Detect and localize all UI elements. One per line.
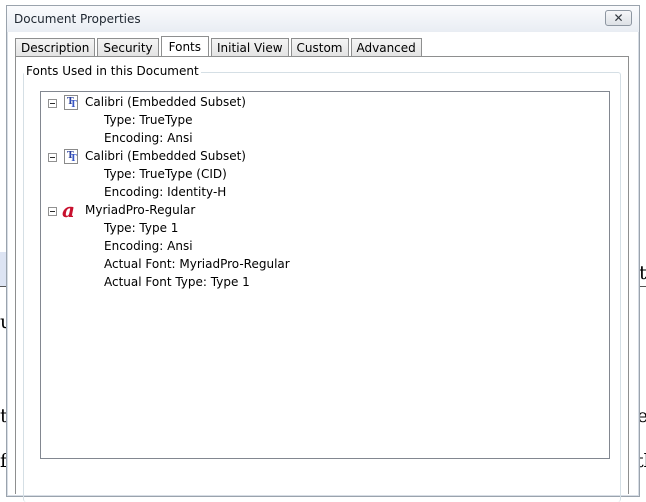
- font-name[interactable]: Calibri (Embedded Subset): [85, 147, 246, 165]
- tab-fonts[interactable]: Fonts: [160, 36, 210, 58]
- tab-advanced[interactable]: Advanced: [350, 38, 422, 57]
- font-name[interactable]: MyriadPro-Regular: [85, 201, 195, 219]
- font-detail[interactable]: Type: Type 1: [104, 219, 178, 237]
- tab-description[interactable]: Description: [15, 38, 96, 57]
- collapse-icon[interactable]: [48, 207, 57, 216]
- truetype-font-icon: TT: [64, 149, 78, 164]
- fonts-tree-view[interactable]: TT Calibri (Embedded Subset) Type: TrueT…: [40, 91, 610, 459]
- tab-initial-view[interactable]: Initial View: [211, 38, 289, 57]
- tab-security[interactable]: Security: [97, 38, 159, 57]
- close-icon: ✕: [613, 11, 624, 25]
- tab-strip: Description Security Fonts Initial View …: [15, 36, 424, 58]
- font-detail[interactable]: Encoding: Ansi: [104, 237, 193, 255]
- title-bar[interactable]: Document Properties ✕: [7, 6, 639, 32]
- type1-font-icon: a: [62, 198, 75, 222]
- font-detail[interactable]: Actual Font: MyriadPro-Regular: [104, 255, 290, 273]
- collapse-icon[interactable]: [48, 99, 57, 108]
- font-name[interactable]: Calibri (Embedded Subset): [85, 93, 246, 111]
- collapse-icon[interactable]: [48, 153, 57, 162]
- document-properties-dialog: Document Properties ✕ Description Securi…: [6, 5, 640, 502]
- close-button[interactable]: ✕: [605, 10, 632, 26]
- font-detail[interactable]: Encoding: Identity-H: [104, 183, 226, 201]
- font-detail[interactable]: Actual Font Type: Type 1: [104, 273, 250, 291]
- background-text-fragment: t: [639, 262, 646, 284]
- fonts-tab-panel: Fonts Used in this Document TT Calibri (…: [15, 56, 629, 502]
- tab-custom[interactable]: Custom: [290, 38, 349, 57]
- font-detail[interactable]: Encoding: Ansi: [104, 129, 193, 147]
- truetype-font-icon: TT: [64, 95, 78, 110]
- font-detail[interactable]: Type: TrueType: [104, 111, 192, 129]
- group-label: Fonts Used in this Document: [24, 64, 201, 78]
- dialog-title: Document Properties: [14, 12, 141, 26]
- font-detail[interactable]: Type: TrueType (CID): [104, 165, 227, 183]
